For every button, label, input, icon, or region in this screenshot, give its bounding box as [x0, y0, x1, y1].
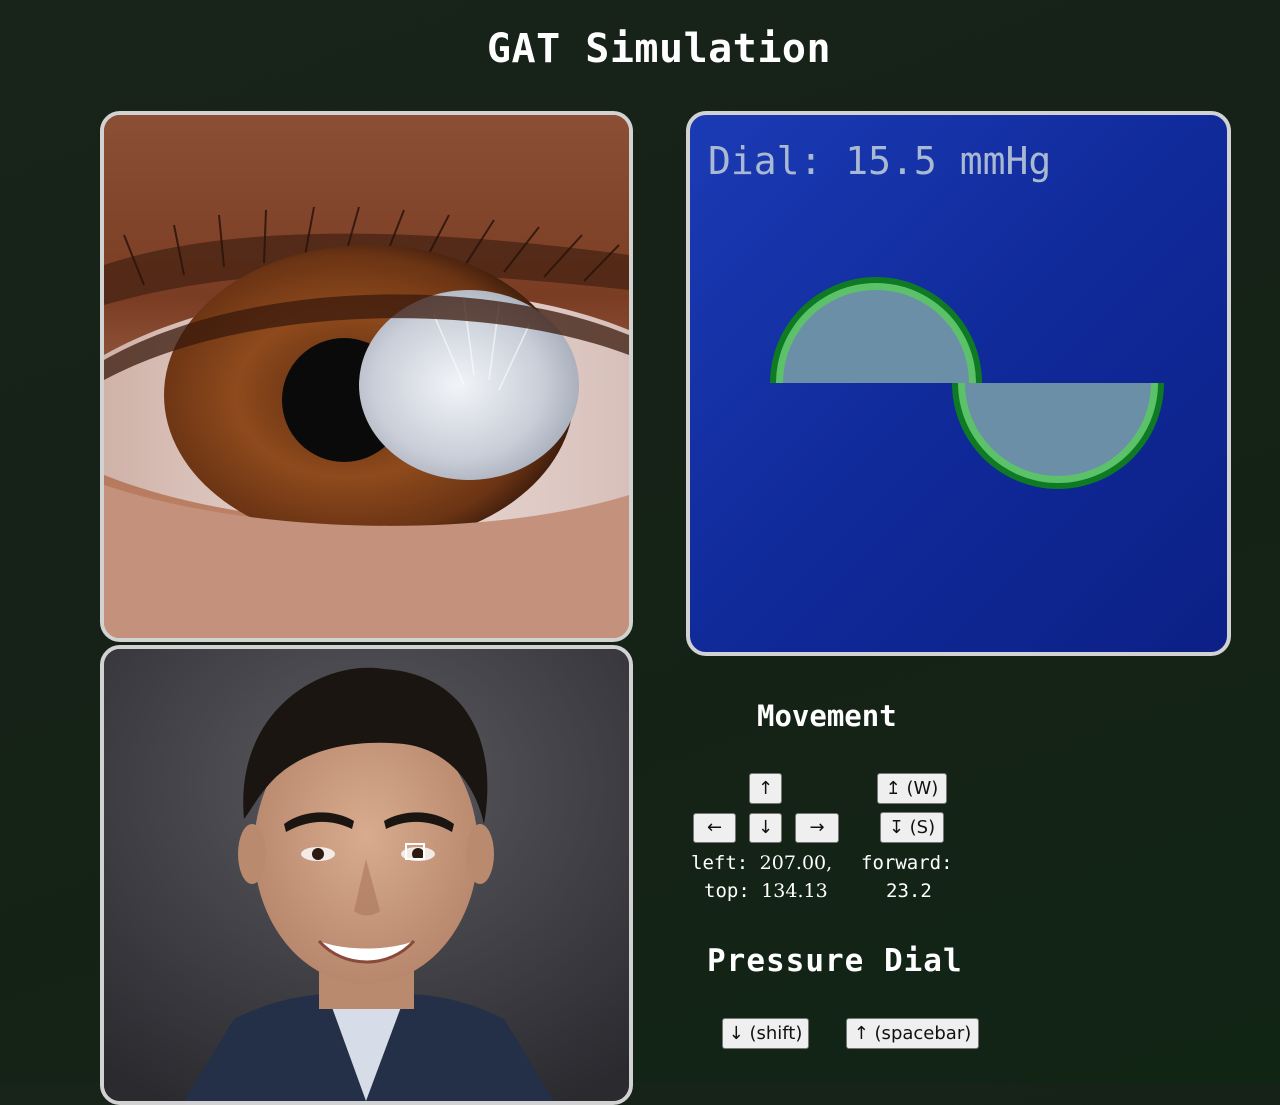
- forward-value: 23.2: [886, 880, 932, 902]
- position-top-value: 134.13: [761, 880, 828, 902]
- position-left-readout: left: 207.00,: [691, 852, 832, 874]
- pressure-decrease-button[interactable]: ↓ (shift): [722, 1018, 809, 1049]
- pressure-increase-button[interactable]: ↑ (spacebar): [846, 1018, 979, 1049]
- fluorescein-mires: [770, 277, 1164, 489]
- patient-portrait-image: [104, 649, 629, 1101]
- eye-closeup-image: [104, 115, 629, 638]
- forward-label: forward:: [861, 852, 953, 874]
- position-top-readout: top: 134.13: [704, 880, 828, 902]
- move-left-button[interactable]: ←: [693, 813, 736, 843]
- move-backward-button[interactable]: ↧ (S): [880, 812, 944, 843]
- target-reticle: [405, 843, 425, 860]
- pressure-dial-heading: Pressure Dial: [707, 943, 963, 979]
- eye-closeup-view: [100, 111, 633, 642]
- movement-heading: Movement: [757, 699, 897, 733]
- tonometer-view: Dial: 15.5 mmHg: [686, 111, 1231, 656]
- move-right-button[interactable]: →: [795, 813, 839, 843]
- page-title: GAT Simulation: [486, 26, 832, 72]
- move-down-button[interactable]: ↓: [749, 813, 782, 843]
- upper-mire-semicircle: [770, 277, 982, 383]
- lower-mire-semicircle: [952, 383, 1164, 489]
- position-top-label: top:: [704, 880, 750, 902]
- position-left-label: left:: [691, 852, 749, 874]
- move-up-button[interactable]: ↑: [749, 773, 782, 804]
- move-forward-button[interactable]: ↥ (W): [877, 773, 947, 804]
- position-left-value: 207.00,: [759, 852, 833, 874]
- patient-portrait-view: [100, 645, 633, 1105]
